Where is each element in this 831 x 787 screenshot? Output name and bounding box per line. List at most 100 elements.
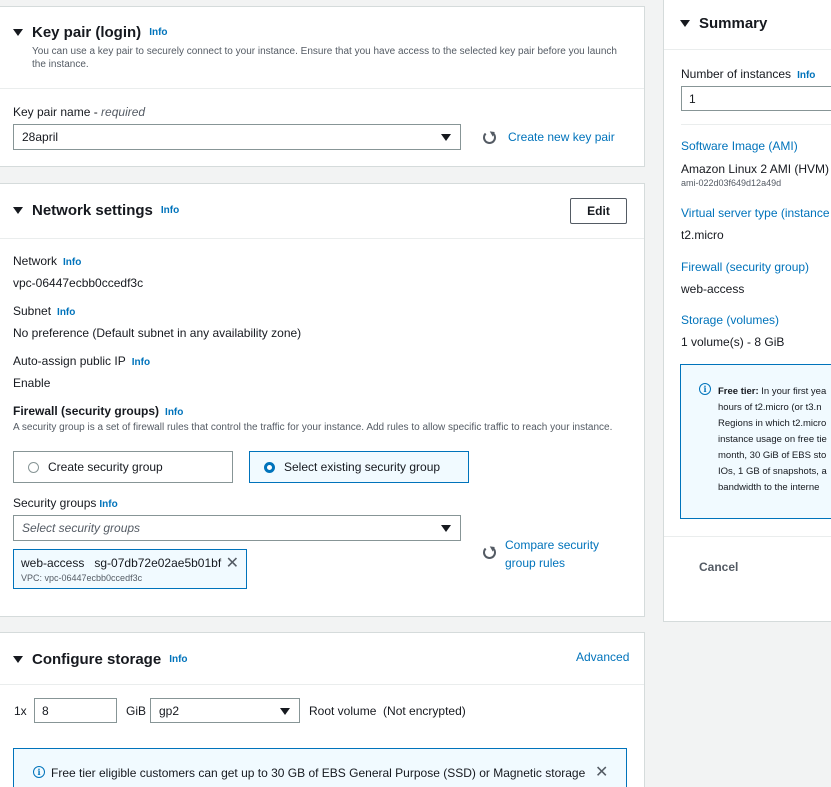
- volume-type-value: gp2: [159, 703, 180, 718]
- token-name: web-access: [21, 556, 85, 570]
- network-label: Network: [13, 254, 58, 268]
- free-tier-summary-text: Free tier: In your first yea hours of t2…: [718, 384, 827, 496]
- refresh-icon[interactable]: [483, 131, 496, 144]
- compare-link-line-1[interactable]: Compare security: [505, 536, 599, 554]
- network-header[interactable]: Network settings Info: [13, 202, 179, 219]
- public-ip-label: Auto-assign public IP: [13, 354, 126, 368]
- network-value: vpc-06447ecbb0ccedf3c: [13, 276, 144, 290]
- info-link[interactable]: Info: [161, 205, 179, 216]
- caret-down-icon: [441, 134, 451, 141]
- free-tier-summary-alert: i Free tier: In your first yea hours of …: [680, 364, 831, 519]
- firewall-value: web-access: [681, 282, 745, 296]
- subnet-value: No preference (Default subnet in any ava…: [13, 326, 302, 340]
- radio-selected-icon[interactable]: [264, 461, 275, 473]
- key-pair-header[interactable]: Key pair (login) Info: [13, 24, 168, 41]
- free-tier-line: month, 30 GiB of EBS sto: [718, 450, 827, 461]
- divider: [681, 124, 831, 125]
- close-icon[interactable]: ✕: [595, 762, 608, 782]
- info-link[interactable]: Info: [57, 307, 75, 318]
- info-link[interactable]: Info: [797, 70, 815, 81]
- refresh-icon[interactable]: [483, 546, 496, 559]
- edit-button[interactable]: Edit: [570, 198, 627, 224]
- storage-title: Configure storage: [32, 651, 162, 668]
- info-circle-icon: i: [699, 383, 711, 395]
- info-link[interactable]: Info: [149, 27, 167, 38]
- public-ip-value: Enable: [13, 376, 51, 390]
- create-security-group-option[interactable]: Create security group: [13, 451, 233, 483]
- divider: [664, 536, 831, 537]
- free-tier-line: Regions in which t2.micro: [718, 418, 827, 429]
- security-groups-label: Security groups: [13, 496, 97, 510]
- caret-down-icon[interactable]: [680, 20, 690, 27]
- network-title: Network settings: [32, 202, 153, 219]
- token-id: sg-07db72e02ae5b01bf: [94, 556, 222, 570]
- info-link[interactable]: Info: [169, 654, 187, 665]
- close-icon[interactable]: ✕: [226, 553, 239, 573]
- root-volume-label: Root volume (Not encrypted): [309, 704, 466, 718]
- root-volume-text: Root volume: [309, 704, 377, 718]
- security-groups-select[interactable]: Select security groups: [13, 515, 461, 541]
- free-tier-line: IOs, 1 GB of snapshots, a: [718, 466, 827, 477]
- security-group-token: web-access sg-07db72e02ae5b01bf VPC: vpc…: [13, 549, 247, 589]
- compare-security-group-rules-link[interactable]: Compare security group rules: [505, 536, 599, 572]
- free-tier-alert: i Free tier eligible customers can get u…: [13, 748, 627, 787]
- info-circle-icon: i: [33, 766, 45, 778]
- info-link[interactable]: Info: [165, 407, 183, 418]
- summary-panel: Summary Number of instances Info 1 Softwa…: [663, 0, 831, 622]
- cancel-button[interactable]: Cancel: [699, 560, 738, 574]
- ami-value: Amazon Linux 2 AMI (HVM) -: [681, 162, 831, 176]
- firewall-link[interactable]: Firewall (security group): [681, 260, 809, 274]
- advanced-link[interactable]: Advanced: [576, 650, 629, 664]
- divider: [664, 49, 831, 50]
- caret-down-icon: [441, 525, 451, 532]
- storage-header[interactable]: Configure storage Info: [13, 651, 188, 668]
- number-of-instances-field: Number of instances Info: [681, 67, 815, 81]
- volume-size-value: 8: [42, 703, 49, 718]
- divider: [0, 238, 644, 239]
- create-sg-label: Create security group: [48, 460, 163, 474]
- select-existing-security-group-option[interactable]: Select existing security group: [249, 451, 469, 483]
- caret-down-icon[interactable]: [13, 656, 23, 663]
- storage-link[interactable]: Storage (volumes): [681, 313, 779, 327]
- info-link[interactable]: Info: [63, 257, 81, 268]
- info-link[interactable]: Info: [99, 499, 117, 510]
- volume-size-input[interactable]: 8: [34, 698, 117, 723]
- ami-id: ami-022d03f649d12a49d: [681, 178, 782, 188]
- volume-unit: GiB: [126, 704, 147, 718]
- free-tier-line: In your first yea: [761, 386, 827, 397]
- key-pair-panel: Key pair (login) Info You can use a key …: [0, 6, 645, 167]
- select-sg-label: Select existing security group: [284, 460, 441, 474]
- subnet-field: Subnet Info: [13, 304, 75, 318]
- free-tier-line: hours of t2.micro (or t3.n: [718, 402, 822, 413]
- key-pair-select[interactable]: 28april: [13, 124, 461, 150]
- radio-unselected-icon[interactable]: [28, 461, 39, 473]
- info-link[interactable]: Info: [132, 357, 150, 368]
- number-of-instances-input[interactable]: 1: [681, 86, 831, 111]
- public-ip-field: Auto-assign public IP Info: [13, 354, 150, 368]
- free-tier-alert-text: Free tier eligible customers can get up …: [51, 766, 586, 780]
- divider: [0, 88, 644, 89]
- free-tier-line: instance usage on free tie: [718, 434, 827, 445]
- caret-down-icon[interactable]: [13, 29, 23, 36]
- firewall-field: Firewall (security groups) Info: [13, 404, 183, 418]
- configure-storage-panel: Configure storage Info Advanced 1x 8 GiB…: [0, 632, 645, 787]
- key-pair-selected-value: 28april: [22, 130, 59, 144]
- software-image-link[interactable]: Software Image (AMI): [681, 139, 798, 153]
- virtual-server-type-link[interactable]: Virtual server type (instance: [681, 206, 830, 220]
- free-tier-line: bandwidth to the interne: [718, 482, 820, 493]
- divider: [0, 684, 644, 685]
- volume-count: 1x: [14, 704, 27, 718]
- caret-down-icon: [280, 708, 290, 715]
- security-groups-field: Security groups Info: [13, 496, 118, 510]
- create-key-pair-link[interactable]: Create new key pair: [508, 130, 615, 144]
- instance-type-value: t2.micro: [681, 228, 724, 242]
- volume-type-select[interactable]: gp2: [150, 698, 300, 723]
- caret-down-icon[interactable]: [13, 207, 23, 214]
- subnet-label: Subnet: [13, 304, 52, 318]
- key-pair-name-text: Key pair name: [13, 105, 91, 119]
- security-groups-placeholder: Select security groups: [22, 521, 141, 535]
- compare-link-line-2[interactable]: group rules: [505, 554, 599, 572]
- network-field: Network Info: [13, 254, 81, 268]
- key-pair-name-label: Key pair name - required: [13, 105, 146, 119]
- summary-header[interactable]: Summary: [680, 15, 767, 32]
